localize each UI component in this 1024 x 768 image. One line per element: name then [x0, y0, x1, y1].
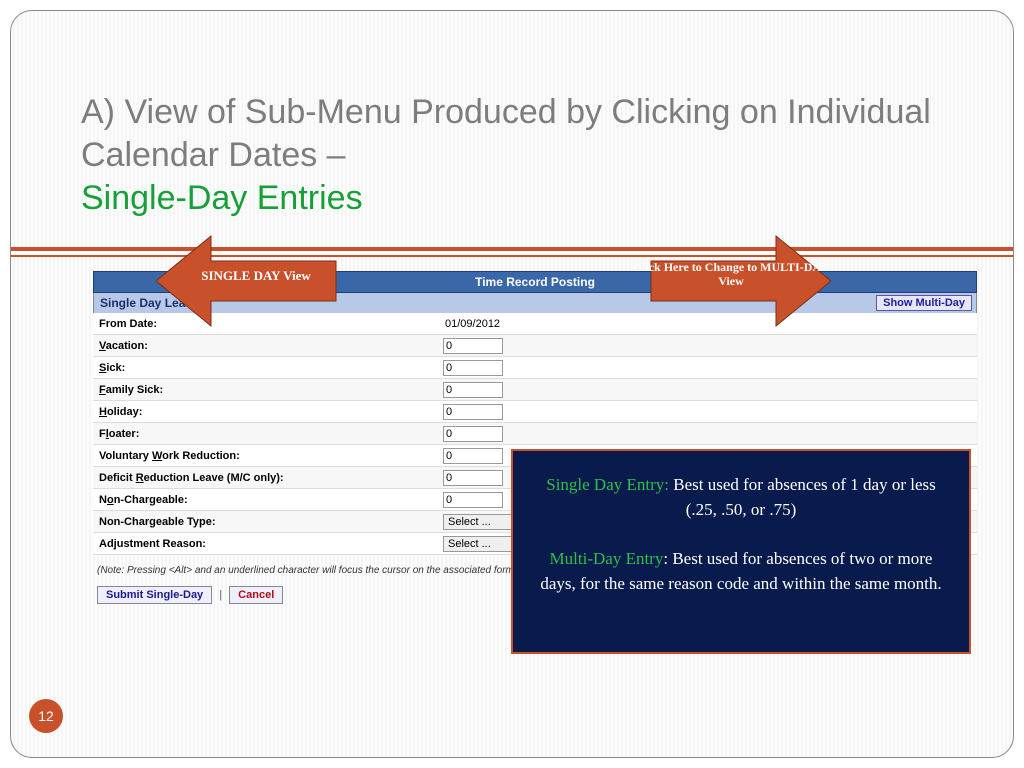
form-row: Vacation:	[93, 335, 977, 357]
number-input[interactable]	[443, 470, 503, 486]
slide-frame: A) View of Sub-Menu Produced by Clicking…	[10, 10, 1014, 758]
number-input[interactable]	[443, 360, 503, 376]
row-label: Adjustment Reason:	[93, 538, 443, 550]
number-input[interactable]	[443, 404, 503, 420]
row-field	[443, 448, 503, 464]
form-row: Family Sick:	[93, 379, 977, 401]
row-field	[443, 382, 503, 398]
cancel-button[interactable]: Cancel	[229, 586, 283, 604]
callout-arrow-left: SINGLE DAY View	[156, 226, 356, 336]
arrow-left-text: SINGLE DAY View	[156, 226, 356, 284]
row-label: Family Sick:	[93, 384, 443, 396]
form-row: Sick:	[93, 357, 977, 379]
row-label: Sick:	[93, 362, 443, 374]
info-p1-label: Single Day Entry:	[546, 475, 669, 494]
row-field	[443, 492, 503, 508]
form-row: Holiday:	[93, 401, 977, 423]
row-label: Voluntary Work Reduction:	[93, 450, 443, 462]
info-p2-label: Multi-Day Entry	[550, 549, 664, 568]
button-divider: |	[215, 589, 226, 601]
row-field	[443, 360, 503, 376]
submit-button[interactable]: Submit Single-Day	[97, 586, 212, 604]
row-field	[443, 426, 503, 442]
row-label: Non-Chargeable Type:	[93, 516, 443, 528]
title-grey: A) View of Sub-Menu Produced by Clicking…	[81, 91, 953, 176]
page-number: 12	[29, 699, 63, 733]
row-label: Deficit Reduction Leave (M/C only):	[93, 472, 443, 484]
info-p1: Single Day Entry: Best used for absences…	[535, 473, 947, 522]
arrow-right-text: Click Here to Change to MULTI-DAY View	[631, 226, 831, 289]
number-input[interactable]	[443, 492, 503, 508]
number-input[interactable]	[443, 338, 503, 354]
row-field	[443, 470, 503, 486]
number-input[interactable]	[443, 382, 503, 398]
row-field	[443, 404, 503, 420]
row-field: 01/09/2012	[443, 318, 500, 330]
title-green: Single-Day Entries	[81, 176, 953, 220]
number-input[interactable]	[443, 426, 503, 442]
row-label: Floater:	[93, 428, 443, 440]
row-label: Non-Chargeable:	[93, 494, 443, 506]
form-row: Floater:	[93, 423, 977, 445]
number-input[interactable]	[443, 448, 503, 464]
row-label: Vacation:	[93, 340, 443, 352]
date-value: 01/09/2012	[443, 318, 500, 330]
show-multi-day-button[interactable]: Show Multi-Day	[876, 295, 972, 311]
info-p1-text: Best used for absences of 1 day or less …	[669, 475, 936, 519]
row-field	[443, 338, 503, 354]
info-p2: Multi-Day Entry: Best used for absences …	[535, 547, 947, 596]
callout-arrow-right: Click Here to Change to MULTI-DAY View	[631, 226, 831, 336]
title-block: A) View of Sub-Menu Produced by Clicking…	[11, 11, 1013, 230]
info-box: Single Day Entry: Best used for absences…	[511, 449, 971, 654]
row-label: Holiday:	[93, 406, 443, 418]
